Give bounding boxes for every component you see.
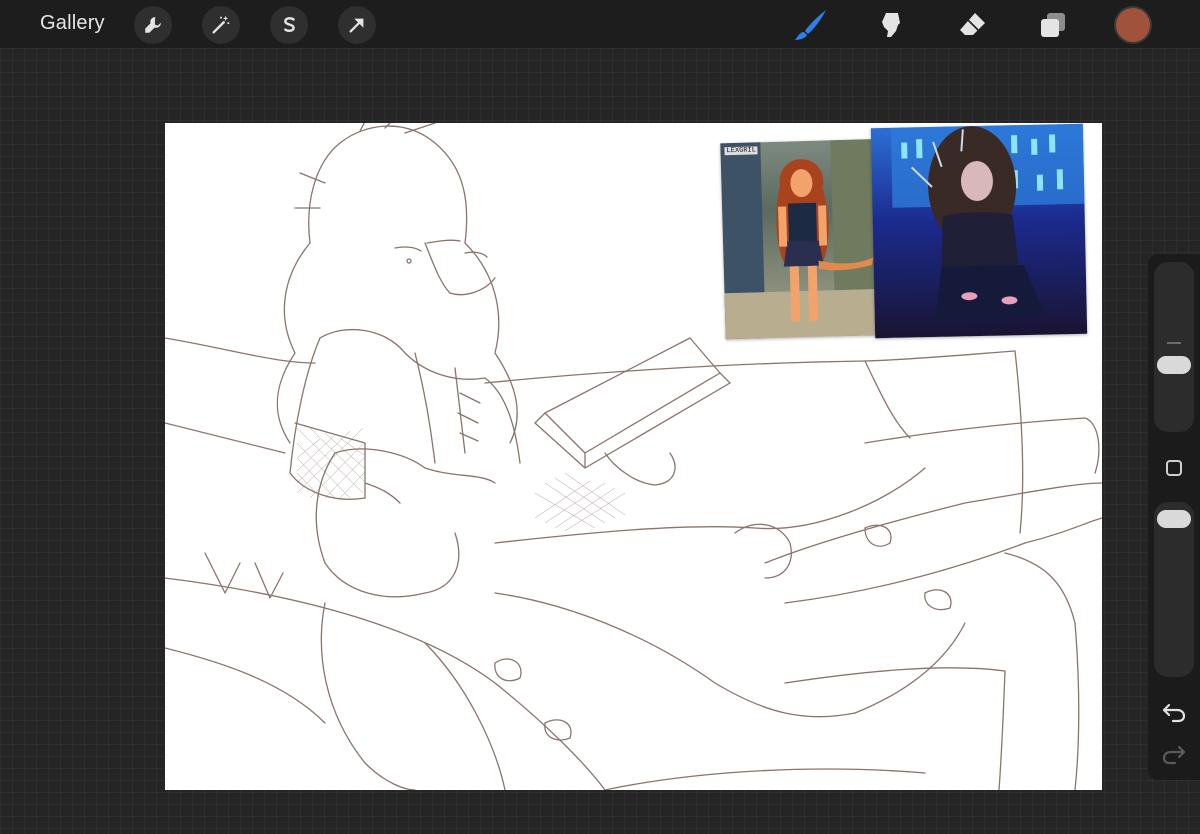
opacity-thumb[interactable] — [1157, 510, 1191, 528]
orange-haired-character-reference — [720, 138, 892, 340]
wrench-icon — [145, 17, 161, 33]
layers-icon — [1041, 13, 1065, 37]
brush-size-slider[interactable] — [1154, 262, 1194, 432]
selection-s-icon — [284, 17, 295, 32]
modify-square-icon[interactable] — [1166, 460, 1182, 476]
magic-wand-icon — [212, 15, 230, 34]
adjustments-button[interactable] — [202, 6, 240, 44]
smudge-tool-button[interactable] — [872, 6, 910, 44]
undo-icon[interactable] — [1160, 700, 1188, 724]
actions-button[interactable] — [134, 6, 172, 44]
top-toolbar: Gallery — [0, 0, 1200, 48]
smudge-icon — [882, 13, 900, 37]
brush-icon — [795, 10, 826, 40]
reference-image-1[interactable]: LEXGRIL — [720, 138, 892, 340]
drawing-canvas[interactable]: LEXGRIL — [165, 123, 1102, 790]
brush-size-thumb[interactable] — [1157, 356, 1191, 374]
layers-button[interactable] — [1034, 6, 1072, 44]
slider-tick — [1167, 342, 1181, 344]
transform-button[interactable] — [338, 6, 376, 44]
color-picker-button[interactable] — [1116, 8, 1150, 42]
transform-arrow-icon — [349, 18, 364, 33]
gallery-button[interactable]: Gallery — [40, 12, 105, 35]
brush-tool-button[interactable] — [792, 6, 830, 44]
eraser-icon — [960, 13, 985, 35]
redo-icon[interactable] — [1160, 742, 1188, 766]
dark-haired-character-reference — [890, 123, 1085, 322]
selection-button[interactable] — [270, 6, 308, 44]
eraser-tool-button[interactable] — [954, 6, 992, 44]
side-toolbar — [1148, 254, 1200, 780]
reference-watermark: LEXGRIL — [724, 146, 759, 156]
opacity-slider[interactable] — [1154, 502, 1194, 677]
reference-image-2[interactable] — [870, 123, 1088, 339]
